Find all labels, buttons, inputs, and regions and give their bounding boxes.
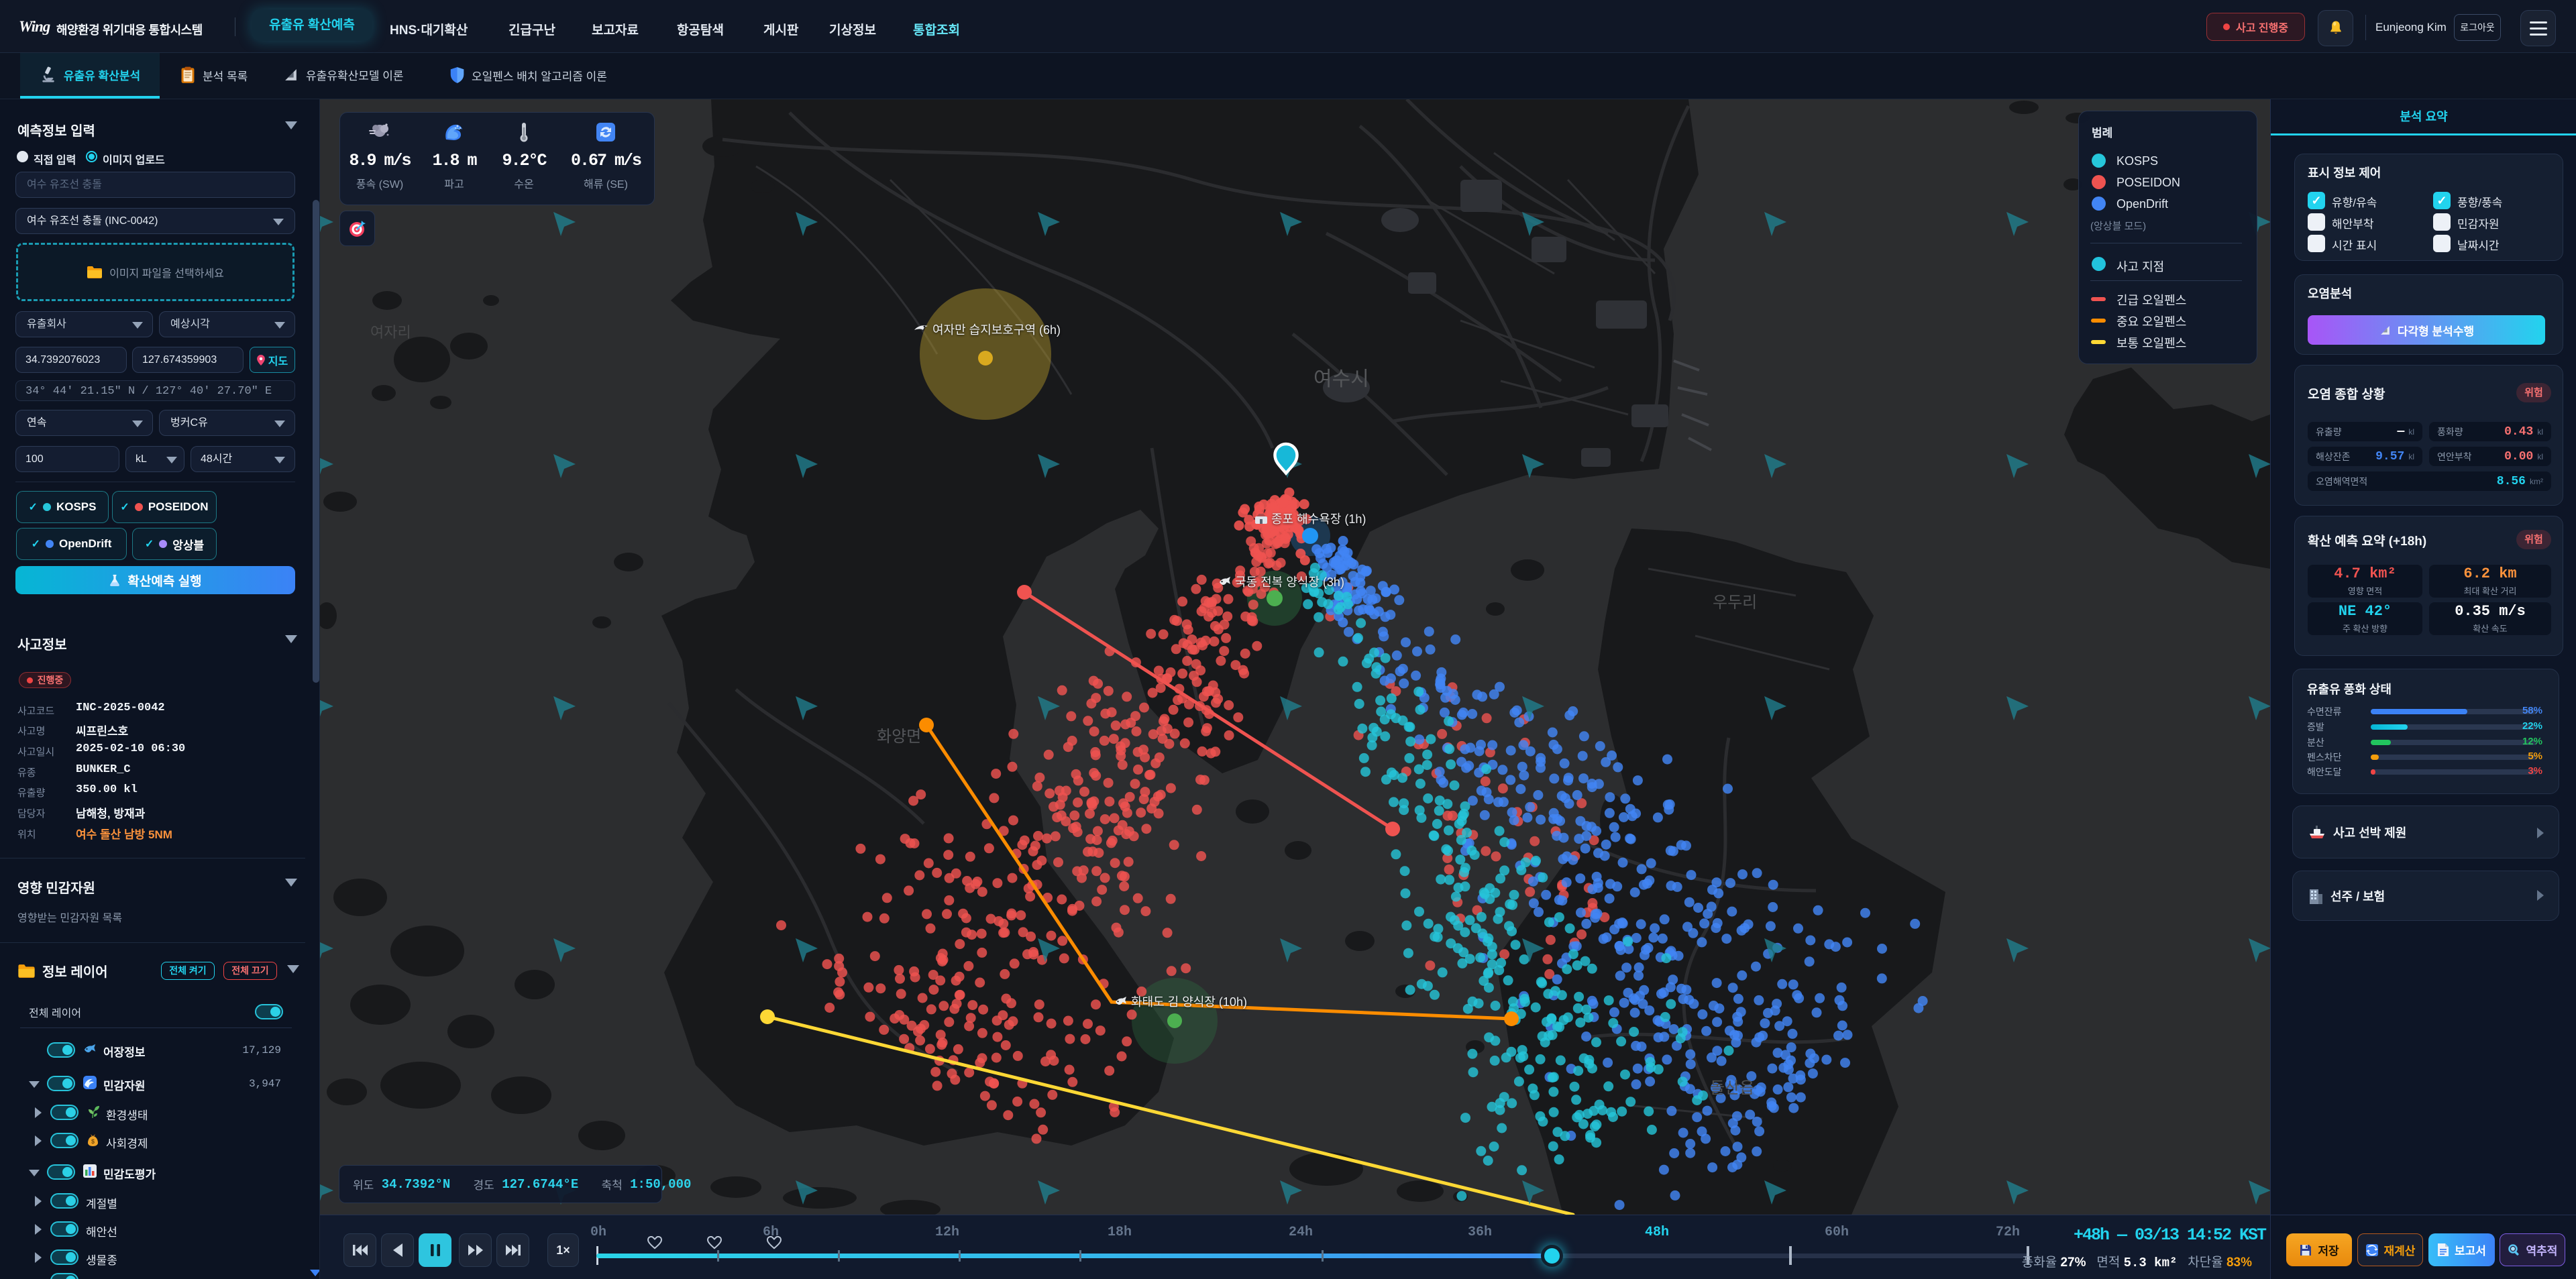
svg-text:화양면: 화양면 [877,728,921,746]
svg-text:$: $ [91,1138,95,1145]
svg-text:여자리: 여자리 [370,324,411,341]
svg-text:돌산읍: 돌산읍 [1710,1079,1754,1097]
svg-text:우두리: 우두리 [1713,594,1757,612]
svg-text:여수시: 여수시 [1313,368,1369,390]
